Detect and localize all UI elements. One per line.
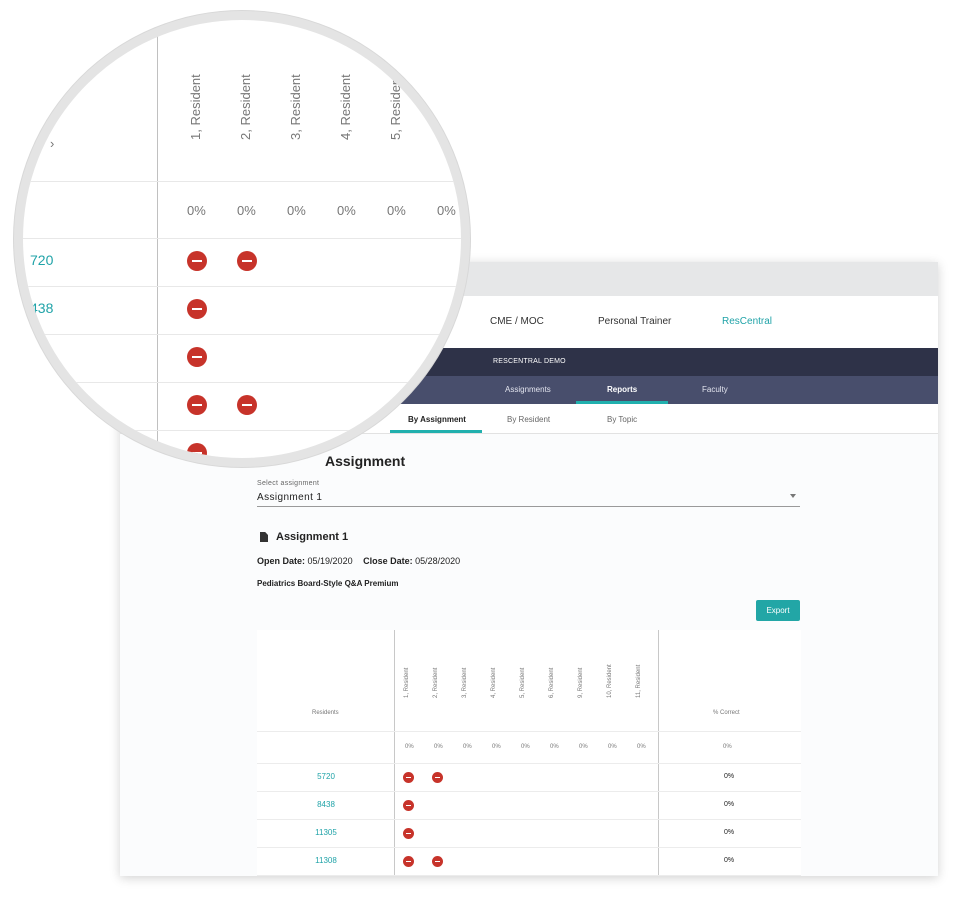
column-percent: 0% [434,744,443,750]
column-header-resident-3: 3, Resident [462,667,468,698]
row-divider [23,238,461,239]
minus-circle-icon [432,856,443,867]
close-date-value: 05/28/2020 [415,556,461,566]
row-divider [257,731,801,732]
minus-circle-icon [432,772,443,783]
select-assignment-label: Select assignment [257,480,320,487]
magnifier-zoom: › 1, Resident 2, Resident 3, Resident 4,… [14,11,470,467]
minus-circle-icon [237,395,257,415]
resident-id-link[interactable]: 5 [44,348,52,364]
tab-reports[interactable]: Reports [607,385,637,394]
minus-circle-icon [403,828,414,839]
minus-circle-icon [187,347,207,367]
dropdown-arrow-icon[interactable] [790,494,796,498]
column-percent: 0% [492,744,501,750]
minus-circle-icon [187,299,207,319]
document-icon [260,532,268,542]
column-percent: 0% [550,744,559,750]
column-percent: 0% [405,744,414,750]
row-divider [23,286,461,287]
row-divider [257,847,801,848]
subtab-by-resident[interactable]: By Resident [507,415,550,424]
resident-id-link[interactable]: 11305 [257,828,395,837]
export-button[interactable]: Export [756,600,800,621]
open-date-value: 05/19/2020 [307,556,353,566]
resident-id-link[interactable]: 438 [30,300,53,316]
column-percent: 0% [337,203,356,218]
column-percent: 0% [237,203,256,218]
column-percent: 0% [187,203,206,218]
row-divider [257,875,801,876]
column-header-resident-1: 1, Resident [188,74,203,140]
assignment-title: Assignment 1 [276,531,349,543]
row-percent: 0% [723,801,735,808]
resident-id-link[interactable]: 8438 [257,800,395,809]
resident-id-link[interactable]: 11308 [257,856,395,865]
column-header-resident-4: 4, Resident [338,74,353,140]
tab-faculty[interactable]: Faculty [702,385,728,394]
select-assignment-dropdown[interactable]: Assignment 1 [257,492,322,503]
column-header-resident-1: 1, Resident [404,667,410,698]
column-header-resident-6: 6, Resident [549,667,555,698]
column-percent: 0% [579,744,588,750]
column-divider [157,20,158,458]
column-header-resident-10: 10, Resident [607,664,613,698]
nav-personal-trainer[interactable]: Personal Trainer [598,316,671,327]
row-divider [257,763,801,764]
percent-correct-header: % Correct [713,710,740,716]
column-divider [658,630,659,876]
column-header-resident-9: 9, Resident [578,667,584,698]
resident-id-link[interactable]: 720 [30,252,53,268]
nav-cme-moc[interactable]: CME / MOC [490,316,544,327]
tab-assignments[interactable]: Assignments [505,385,551,394]
minus-circle-icon [187,251,207,271]
column-header-resident-5: 5, Resident [520,667,526,698]
row-divider [23,181,461,182]
column-header-resident-11: 11, Resident [636,664,642,698]
open-date-label: Open Date: [257,556,306,566]
column-percent: 0% [608,744,617,750]
row-divider [257,819,801,820]
truncated-header-fragment: › [50,136,55,151]
minus-circle-icon [237,251,257,271]
column-header-resident-5: 5, Resident [388,74,403,140]
select-underline [257,506,800,507]
row-percent: 0% [723,857,735,864]
minus-circle-icon [403,856,414,867]
overall-percent: 0% [723,744,732,750]
row-percent: 0% [723,829,735,836]
column-percent: 0% [637,744,646,750]
column-percent: 0% [387,203,406,218]
minus-circle-icon [187,395,207,415]
minus-circle-icon [187,443,207,458]
results-table: Residents % Correct 1, Resident 2, Resid… [257,630,801,876]
row-divider [257,791,801,792]
magnified-table: › 1, Resident 2, Resident 3, Resident 4,… [23,20,461,458]
column-header-resident-4: 4, Resident [491,667,497,698]
row-divider [23,430,461,431]
assignment-dates: Open Date: 05/19/2020 Close Date: 05/28/… [257,556,460,566]
close-date-label: Close Date: [363,556,413,566]
column-percent: 0% [437,203,456,218]
column-percent: 0% [287,203,306,218]
column-header-resident-3: 3, Resident [288,74,303,140]
resident-id-link[interactable]: 5720 [257,772,395,781]
column-header-resident-2: 2, Resident [238,74,253,140]
row-divider [23,334,461,335]
column-percent: 0% [463,744,472,750]
program-name: RESCENTRAL DEMO [493,358,566,365]
column-header-resident-6: 6, Re [438,108,453,140]
column-divider [394,630,395,876]
minus-circle-icon [403,772,414,783]
row-percent: 0% [723,773,735,780]
column-percent: 0% [521,744,530,750]
row-divider [23,382,461,383]
column-header-resident-2: 2, Resident [433,667,439,698]
nav-rescentral[interactable]: ResCentral [722,316,772,327]
minus-circle-icon [403,800,414,811]
residents-header: Residents [312,710,339,716]
product-name: Pediatrics Board-Style Q&A Premium [257,579,399,588]
subtab-by-topic[interactable]: By Topic [607,415,637,424]
